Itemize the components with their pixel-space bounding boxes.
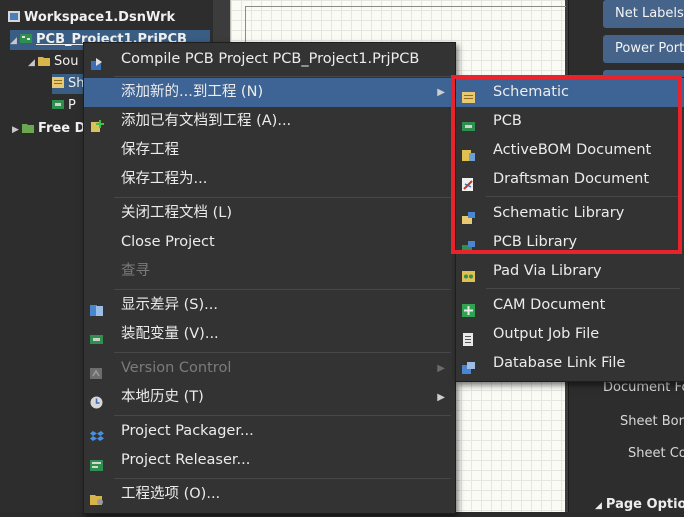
power-ports-button[interactable]: Power Ports: [603, 35, 684, 63]
menu-separator: [114, 197, 451, 198]
menu-separator: [486, 196, 680, 197]
source-folder-label: Sou: [54, 54, 79, 69]
menu-item-variants[interactable]: 装配变量 (V)...: [84, 320, 455, 349]
history-clock-icon: [90, 391, 104, 409]
submenu-item-cam-document[interactable]: CAM Document: [456, 291, 684, 320]
submenu-item-activebom[interactable]: ActiveBOM Document: [456, 136, 684, 165]
database-link-icon: [462, 357, 476, 374]
sheet-color-label: Sheet Col: [628, 446, 684, 461]
tree-workspace[interactable]: Workspace1.DsnWrk: [8, 8, 175, 28]
submenu-arrow-icon: ▶: [437, 87, 445, 98]
submenu-item-pad-via-library[interactable]: Pad Via Library: [456, 257, 684, 286]
menu-item-project-releaser[interactable]: Project Releaser...: [84, 446, 455, 475]
menu-item-close-project[interactable]: Close Project: [84, 228, 455, 257]
tree-item-pcb-label: P: [68, 98, 76, 113]
menu-item-add-existing[interactable]: 添加已有文档到工程 (A)...: [84, 107, 455, 136]
workspace-icon: [8, 9, 20, 22]
pcb-doc-icon: [52, 97, 64, 109]
pcb-library-icon: [462, 236, 476, 253]
menu-item-save-project-as[interactable]: 保存工程为...: [84, 165, 455, 194]
menu-item-show-differences[interactable]: 显示差异 (S)...: [84, 291, 455, 320]
folder-icon: [22, 120, 34, 133]
collapse-icon: ◢: [595, 501, 602, 511]
submenu-item-schematic-library[interactable]: Schematic Library: [456, 199, 684, 228]
packager-icon: [90, 425, 104, 441]
menu-item-explore: 查寻: [121, 263, 150, 279]
submenu-item-output-job[interactable]: Output Job File: [456, 320, 684, 349]
menu-item-version-control: Version Control ▶: [84, 354, 455, 383]
menu-separator: [114, 352, 451, 353]
pcb-project-icon: [20, 31, 32, 43]
submenu-item-pcb-library[interactable]: PCB Library: [456, 228, 684, 257]
variants-icon: [90, 328, 104, 344]
submenu-item-draftsman[interactable]: Draftsman Document: [456, 165, 684, 194]
menu-separator: [114, 289, 451, 290]
menu-item-project-packager[interactable]: Project Packager...: [84, 417, 455, 446]
menu-item-save-project[interactable]: 保存工程: [84, 136, 455, 165]
menu-separator: [486, 288, 680, 289]
workspace-label: Workspace1.DsnWrk: [24, 10, 176, 25]
pcb-doc-icon: [462, 115, 476, 131]
add-document-icon: [90, 115, 104, 132]
menu-separator: [114, 478, 451, 479]
submenu-arrow-icon: ▶: [437, 363, 445, 374]
sheet-border-label: Sheet Bord: [620, 414, 684, 429]
menu-item-compile[interactable]: Compile PCB Project PCB_Project1.PrjPCB: [84, 45, 455, 74]
cam-document-icon: [462, 299, 476, 317]
add-new-submenu: Schematic PCB ActiveBOM Document Draftsm…: [455, 77, 684, 382]
submenu-item-schematic[interactable]: Schematic: [456, 78, 684, 107]
schematic-doc-icon: [462, 86, 476, 103]
menu-item-project-options[interactable]: 工程选项 (O)...: [84, 480, 455, 509]
collapse-icon[interactable]: ◢: [10, 31, 20, 51]
submenu-item-database-link[interactable]: Database Link File: [456, 349, 684, 378]
page-options-label: Page Option: [605, 497, 684, 512]
net-labels-button[interactable]: Net Labels: [603, 0, 684, 28]
submenu-arrow-icon: ▶: [437, 392, 445, 403]
pad-via-library-icon: [462, 265, 476, 282]
releaser-icon: [90, 454, 104, 471]
tree-free-documents[interactable]: ▶ Free D: [12, 119, 85, 139]
menu-separator: [114, 415, 451, 416]
activebom-icon: [462, 144, 476, 161]
schematic-doc-icon: [52, 75, 64, 88]
page-options-header[interactable]: ◢Page Option: [595, 497, 684, 512]
schematic-library-icon: [462, 207, 476, 224]
expand-icon[interactable]: ▶: [12, 120, 22, 140]
tree-item-pcb[interactable]: P: [52, 96, 76, 116]
output-job-icon: [462, 328, 476, 346]
draftsman-icon: [462, 173, 476, 191]
free-documents-label: Free D: [38, 121, 86, 136]
menu-separator: [114, 76, 451, 77]
project-context-menu: Compile PCB Project PCB_Project1.PrjPCB …: [83, 42, 456, 514]
folder-icon: [38, 53, 50, 66]
project-options-icon: [90, 488, 104, 505]
tree-item-schematic[interactable]: Sh: [52, 74, 86, 94]
differences-icon: [90, 299, 104, 316]
menu-item-close-project-documents[interactable]: 关闭工程文档 (L): [84, 199, 455, 228]
compile-icon: [90, 53, 104, 70]
collapse-icon[interactable]: ◢: [28, 53, 38, 73]
menu-item-add-new[interactable]: 添加新的...到工程 (N) ▶: [84, 78, 455, 107]
tree-source-folder[interactable]: ◢ Sou: [28, 52, 78, 72]
menu-item-local-history[interactable]: 本地历史 (T) ▶: [84, 383, 455, 412]
document-font-label: Document Fo: [603, 380, 684, 395]
submenu-item-pcb[interactable]: PCB: [456, 107, 684, 136]
version-control-icon: [90, 362, 104, 379]
